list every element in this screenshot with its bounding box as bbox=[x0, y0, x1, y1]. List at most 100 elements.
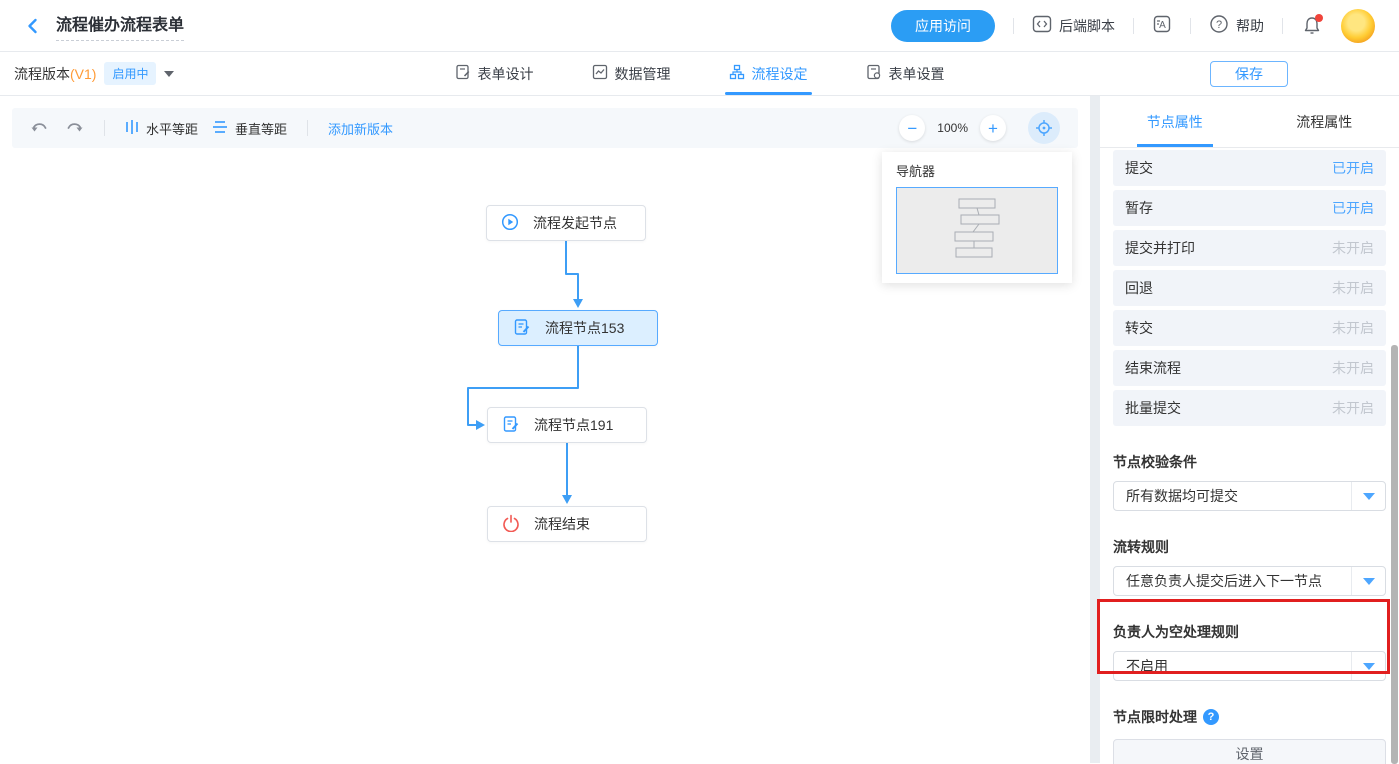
status-badge: 未开启 bbox=[1332, 398, 1374, 418]
navigator-title: 导航器 bbox=[896, 161, 1058, 180]
notification-bell-icon[interactable] bbox=[1301, 15, 1323, 37]
tab-flow-settings[interactable]: 流程设定 bbox=[729, 52, 808, 95]
zoom-controls: − 100% + bbox=[899, 112, 1060, 144]
notification-dot bbox=[1315, 14, 1323, 22]
tab-data-management[interactable]: 数据管理 bbox=[592, 52, 671, 95]
save-button[interactable]: 保存 bbox=[1210, 61, 1288, 87]
horizontal-spacing-icon bbox=[125, 119, 139, 138]
form-design-icon bbox=[455, 64, 471, 83]
play-circle-icon bbox=[501, 213, 519, 234]
data-chart-icon bbox=[592, 64, 608, 83]
zoom-in-button[interactable]: + bbox=[980, 115, 1006, 141]
caret-zone bbox=[1351, 482, 1385, 510]
status-badge: 已开启 bbox=[1332, 158, 1374, 178]
flow-node-191[interactable]: 流程节点191 bbox=[487, 407, 647, 443]
chevron-down-icon bbox=[1363, 578, 1375, 585]
status-badge: 未开启 bbox=[1332, 318, 1374, 338]
toggle-row-end-flow[interactable]: 结束流程 未开启 bbox=[1113, 350, 1386, 386]
app-window: 流程催办流程表单 应用访问 后端脚本 A ? 帮助 bbox=[0, 0, 1399, 764]
version-bar: 流程版本 (V1) 启用中 表单设计 数据管理 流程设定 bbox=[0, 52, 1399, 96]
vertical-spacing-button[interactable]: 垂直等距 bbox=[212, 119, 287, 138]
canvas-toolbar: 水平等距 垂直等距 添加新版本 − 100% + bbox=[12, 108, 1078, 148]
toggle-row-transfer[interactable]: 转交 未开启 bbox=[1113, 310, 1386, 346]
version-number: (V1) bbox=[70, 66, 96, 82]
power-icon bbox=[502, 514, 520, 535]
empty-owner-section-label: 负责人为空处理规则 bbox=[1113, 622, 1386, 642]
divider bbox=[1013, 18, 1014, 34]
flow-chart-icon bbox=[729, 64, 745, 83]
version-label: 流程版本 bbox=[14, 64, 70, 84]
top-header: 流程催办流程表单 应用访问 后端脚本 A ? 帮助 bbox=[0, 0, 1399, 52]
navigator-minimap bbox=[897, 188, 1059, 275]
flow-node-end[interactable]: 流程结束 bbox=[487, 506, 647, 542]
toggle-row-save-draft[interactable]: 暂存 已开启 bbox=[1113, 190, 1386, 226]
code-icon bbox=[1032, 14, 1052, 37]
divider bbox=[1282, 18, 1283, 34]
zoom-out-button[interactable]: − bbox=[899, 115, 925, 141]
svg-text:?: ? bbox=[1216, 19, 1222, 31]
time-limit-settings-button[interactable]: 设置 bbox=[1113, 739, 1386, 764]
divider bbox=[104, 120, 105, 136]
validation-section-label: 节点校验条件 bbox=[1113, 452, 1386, 472]
toggle-row-submit[interactable]: 提交 已开启 bbox=[1113, 150, 1386, 186]
divider bbox=[307, 120, 308, 136]
empty-owner-select[interactable]: 不启用 bbox=[1113, 651, 1386, 681]
chevron-down-icon bbox=[1363, 663, 1375, 670]
help-button[interactable]: ? 帮助 bbox=[1209, 14, 1264, 37]
vertical-spacing-icon bbox=[212, 120, 228, 137]
help-question-icon[interactable]: ? bbox=[1203, 709, 1219, 725]
properties-sidebar: 节点属性 流程属性 提交 已开启 暂存 已开启 提交并打印 未开启 回退 bbox=[1100, 96, 1399, 763]
form-gear-icon bbox=[866, 64, 882, 83]
tab-form-design[interactable]: 表单设计 bbox=[455, 52, 534, 95]
flow-node-start[interactable]: 流程发起节点 bbox=[486, 205, 646, 241]
form-edit-icon bbox=[513, 318, 531, 339]
status-badge: 未开启 bbox=[1332, 238, 1374, 258]
undo-icon[interactable] bbox=[30, 118, 50, 138]
toggle-row-submit-print[interactable]: 提交并打印 未开启 bbox=[1113, 230, 1386, 266]
tab-flow-properties[interactable]: 流程属性 bbox=[1250, 96, 1399, 147]
flow-rule-section-label: 流转规则 bbox=[1113, 537, 1386, 557]
horizontal-spacing-button[interactable]: 水平等距 bbox=[125, 119, 198, 138]
divider bbox=[1133, 18, 1134, 34]
toggle-row-rollback[interactable]: 回退 未开启 bbox=[1113, 270, 1386, 306]
time-limit-section-label: 节点限时处理 ? bbox=[1113, 707, 1386, 727]
status-badge: 未开启 bbox=[1332, 358, 1374, 378]
header-actions: 应用访问 后端脚本 A ? 帮助 bbox=[891, 9, 1375, 43]
translate-button[interactable]: A bbox=[1152, 14, 1172, 37]
svg-text:A: A bbox=[1159, 20, 1166, 31]
question-circle-icon: ? bbox=[1209, 14, 1229, 37]
tab-node-properties[interactable]: 节点属性 bbox=[1100, 96, 1250, 147]
zoom-level: 100% bbox=[937, 121, 968, 135]
status-badge: 未开启 bbox=[1332, 278, 1374, 298]
divider bbox=[1190, 18, 1191, 34]
validation-select[interactable]: 所有数据均可提交 bbox=[1113, 481, 1386, 511]
navigator-viewport[interactable] bbox=[896, 187, 1058, 274]
add-new-version-link[interactable]: 添加新版本 bbox=[328, 119, 393, 138]
status-badge: 已开启 bbox=[1332, 198, 1374, 218]
module-tabs: 表单设计 数据管理 流程设定 表单设置 bbox=[455, 52, 945, 95]
caret-zone bbox=[1351, 567, 1385, 595]
toggle-row-batch-submit[interactable]: 批量提交 未开启 bbox=[1113, 390, 1386, 426]
sidebar-content: 提交 已开启 暂存 已开启 提交并打印 未开启 回退 未开启 转交 未开启 bbox=[1100, 148, 1399, 764]
sidebar-tabs: 节点属性 流程属性 bbox=[1100, 96, 1399, 148]
backend-script-button[interactable]: 后端脚本 bbox=[1032, 14, 1115, 37]
locate-button[interactable] bbox=[1028, 112, 1060, 144]
flow-node-153[interactable]: 流程节点153 bbox=[498, 310, 658, 346]
main-area: 水平等距 垂直等距 添加新版本 − 100% + bbox=[0, 96, 1399, 763]
status-badge: 启用中 bbox=[104, 62, 156, 85]
flow-canvas[interactable]: 水平等距 垂直等距 添加新版本 − 100% + bbox=[0, 96, 1090, 763]
caret-zone bbox=[1351, 652, 1385, 680]
tab-form-settings[interactable]: 表单设置 bbox=[866, 52, 945, 95]
navigator-panel: 导航器 bbox=[882, 152, 1072, 283]
translate-icon: A bbox=[1152, 14, 1172, 37]
chevron-down-icon bbox=[1363, 493, 1375, 500]
user-avatar[interactable] bbox=[1341, 9, 1375, 43]
form-edit-icon bbox=[502, 415, 520, 436]
app-access-button[interactable]: 应用访问 bbox=[891, 10, 995, 42]
flow-rule-select[interactable]: 任意负责人提交后进入下一节点 bbox=[1113, 566, 1386, 596]
page-title: 流程催办流程表单 bbox=[56, 11, 184, 41]
redo-icon[interactable] bbox=[64, 118, 84, 138]
version-dropdown-caret-icon[interactable] bbox=[164, 71, 174, 77]
scrollbar-thumb[interactable] bbox=[1391, 345, 1398, 764]
back-icon[interactable] bbox=[24, 16, 44, 36]
